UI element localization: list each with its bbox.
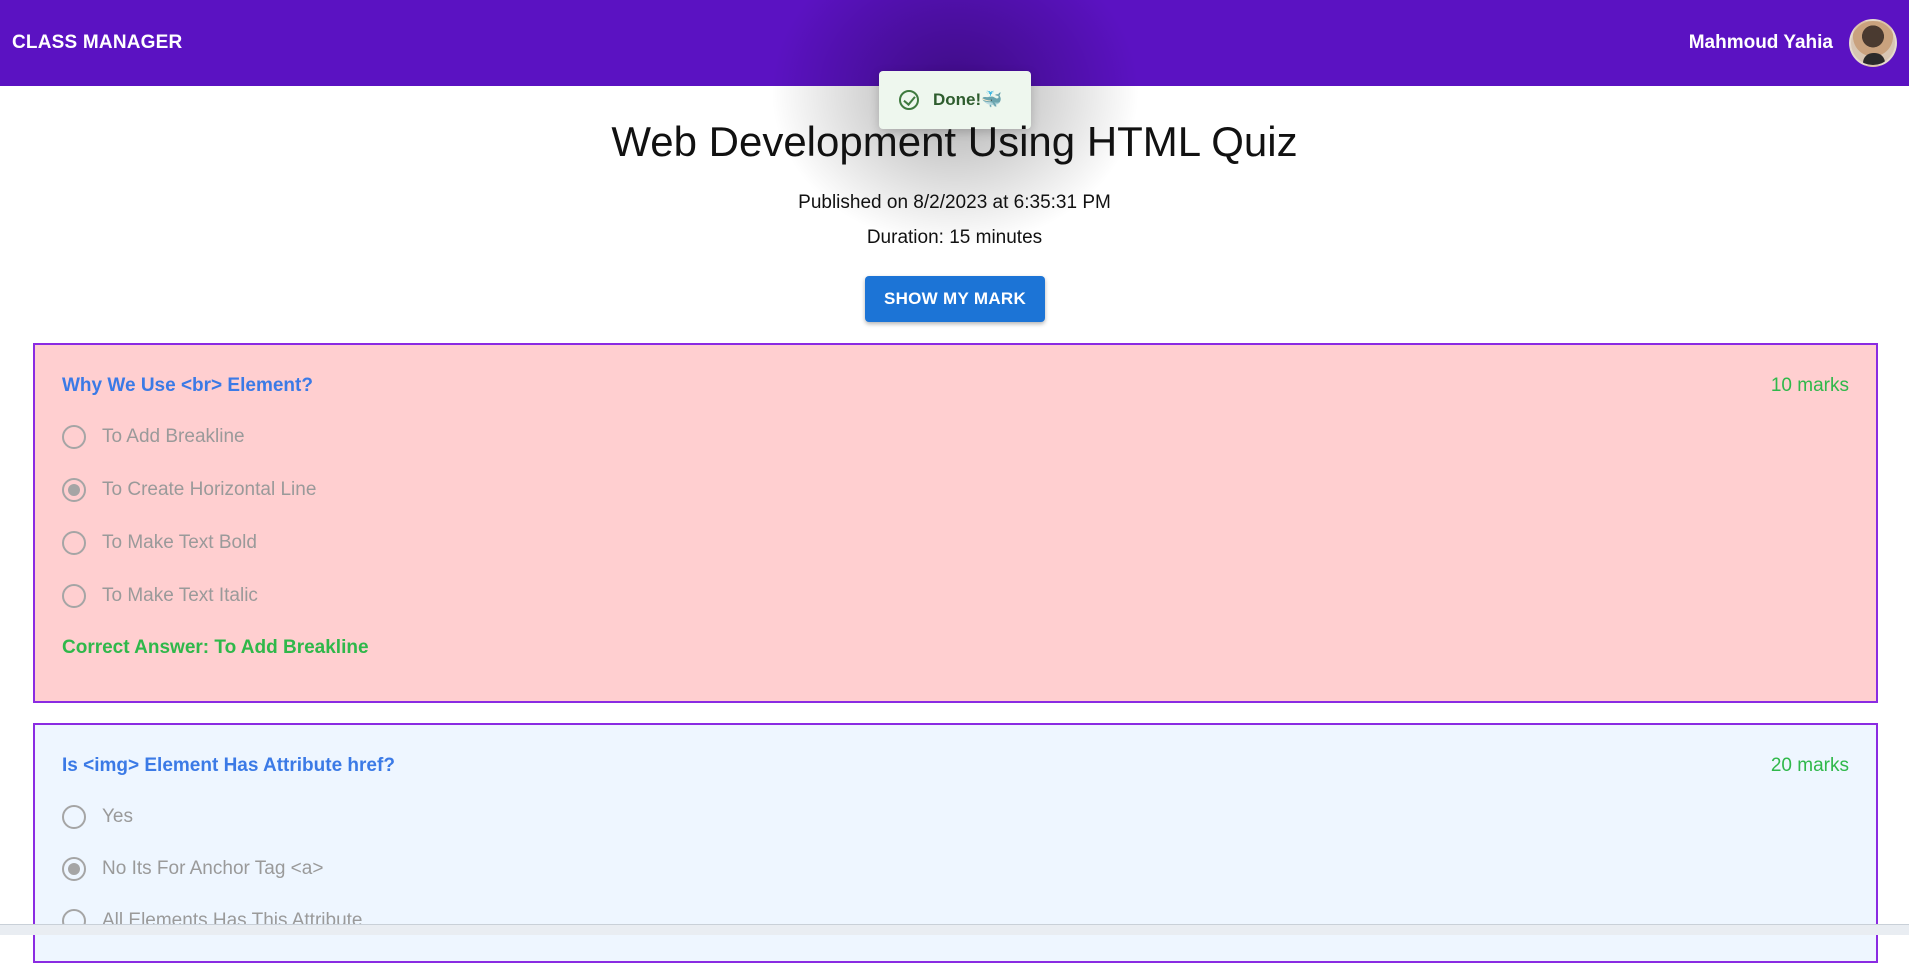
- radio-button[interactable]: [62, 857, 86, 881]
- answer-option[interactable]: Yes: [62, 805, 133, 829]
- radio-button[interactable]: [62, 478, 86, 502]
- quiz-duration: Duration: 15 minutes: [866, 227, 1043, 248]
- answer-option[interactable]: To Add Breakline: [62, 425, 245, 449]
- question-text: Is <img> Element Has Attribute href?: [62, 755, 395, 776]
- option-label: To Create Horizontal Line: [102, 479, 317, 500]
- option-label: No Its For Anchor Tag <a>: [102, 858, 324, 879]
- correct-answer: Correct Answer: To Add Breakline: [62, 637, 369, 658]
- radio-button[interactable]: [62, 805, 86, 829]
- question-text: Why We Use <br> Element?: [62, 375, 313, 396]
- show-my-mark-button[interactable]: SHOW MY MARK: [865, 276, 1045, 322]
- answer-option[interactable]: To Make Text Bold: [62, 531, 257, 555]
- radio-button[interactable]: [62, 584, 86, 608]
- toast-message: Done!🐳: [933, 90, 1003, 109]
- page-title: Web Development Using HTML Quiz: [611, 118, 1298, 165]
- option-label: To Add Breakline: [102, 426, 245, 447]
- answer-option[interactable]: No Its For Anchor Tag <a>: [62, 857, 323, 881]
- option-label: Yes: [102, 806, 133, 827]
- published-date: Published on 8/2/2023 at 6:35:31 PM: [798, 192, 1111, 213]
- check-circle-icon: [899, 90, 919, 110]
- user-menu[interactable]: Mahmoud Yahia: [1689, 19, 1897, 67]
- question-card: Why We Use <br> Element? 10 marks To Add…: [33, 343, 1878, 703]
- option-label: To Make Text Bold: [102, 532, 257, 553]
- user-name[interactable]: Mahmoud Yahia: [1689, 32, 1833, 54]
- radio-button[interactable]: [62, 531, 86, 555]
- question-marks: 10 marks: [1770, 375, 1849, 396]
- app-brand[interactable]: CLASS MANAGER: [12, 32, 182, 54]
- answer-option[interactable]: To Make Text Italic: [62, 584, 258, 608]
- taskbar-edge: [0, 924, 1909, 935]
- answer-option[interactable]: To Create Horizontal Line: [62, 478, 316, 502]
- avatar[interactable]: [1849, 19, 1897, 67]
- radio-button[interactable]: [62, 425, 86, 449]
- option-label: To Make Text Italic: [102, 585, 258, 606]
- question-marks: 20 marks: [1770, 755, 1849, 776]
